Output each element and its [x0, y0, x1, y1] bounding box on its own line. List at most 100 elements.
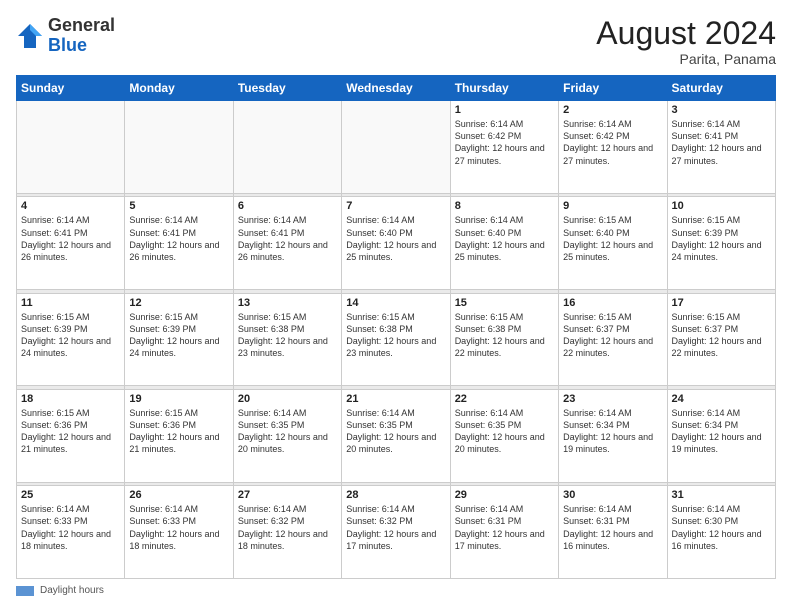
calendar-day-cell: 20 Sunrise: 6:14 AM Sunset: 6:35 PM Dayli… [233, 389, 341, 482]
page-header: General Blue August 2024 Parita, Panama [16, 16, 776, 67]
calendar-day-cell [17, 101, 125, 194]
day-number: 19 [129, 393, 228, 405]
day-number: 29 [455, 489, 554, 501]
day-number: 7 [346, 200, 445, 212]
calendar-day-cell: 26 Sunrise: 6:14 AM Sunset: 6:33 PM Dayli… [125, 486, 233, 579]
day-number: 15 [455, 297, 554, 309]
calendar-day-header: Wednesday [342, 76, 450, 101]
calendar-day-cell: 21 Sunrise: 6:14 AM Sunset: 6:35 PM Dayli… [342, 389, 450, 482]
legend: Daylight hours [16, 585, 776, 596]
day-info: Sunrise: 6:14 AM Sunset: 6:34 PM Dayligh… [672, 407, 771, 456]
day-info: Sunrise: 6:14 AM Sunset: 6:42 PM Dayligh… [455, 118, 554, 167]
calendar-day-cell: 3Sunrise: 6:14 AM Sunset: 6:41 PM Daylig… [667, 101, 775, 194]
calendar-day-cell: 24Sunrise: 6:14 AM Sunset: 6:34 PM Dayli… [667, 389, 775, 482]
calendar-day-cell: 27 Sunrise: 6:14 AM Sunset: 6:32 PM Dayli… [233, 486, 341, 579]
day-number: 23 [563, 393, 662, 405]
calendar-week-row: 4Sunrise: 6:14 AM Sunset: 6:41 PM Daylig… [17, 197, 776, 290]
day-info: Sunrise: 6:14 AM Sunset: 6:33 PM Dayligh… [129, 503, 228, 552]
day-number: 1 [455, 104, 554, 116]
day-info: Sunrise: 6:14 AM Sunset: 6:35 PM Dayligh… [238, 407, 337, 456]
day-info: Sunrise: 6:15 AM Sunset: 6:40 PM Dayligh… [563, 214, 662, 263]
day-number: 8 [455, 200, 554, 212]
calendar-day-cell: 8 Sunrise: 6:14 AM Sunset: 6:40 PM Daylig… [450, 197, 558, 290]
calendar-week-row: 18 Sunrise: 6:15 AM Sunset: 6:36 PM Dayli… [17, 389, 776, 482]
day-info: Sunrise: 6:15 AM Sunset: 6:38 PM Dayligh… [455, 311, 554, 360]
calendar-day-cell: 1 Sunrise: 6:14 AM Sunset: 6:42 PM Daylig… [450, 101, 558, 194]
day-number: 21 [346, 393, 445, 405]
calendar-day-cell: 29Sunrise: 6:14 AM Sunset: 6:31 PM Dayli… [450, 486, 558, 579]
day-number: 30 [563, 489, 662, 501]
day-info: Sunrise: 6:15 AM Sunset: 6:36 PM Dayligh… [21, 407, 120, 456]
calendar-day-header: Thursday [450, 76, 558, 101]
day-info: Sunrise: 6:15 AM Sunset: 6:37 PM Dayligh… [672, 311, 771, 360]
calendar-day-cell [125, 101, 233, 194]
logo-blue-text: Blue [48, 35, 87, 55]
logo: General Blue [16, 16, 115, 56]
calendar-day-cell: 12 Sunrise: 6:15 AM Sunset: 6:39 PM Dayli… [125, 293, 233, 386]
day-info: Sunrise: 6:15 AM Sunset: 6:38 PM Dayligh… [346, 311, 445, 360]
day-info: Sunrise: 6:14 AM Sunset: 6:35 PM Dayligh… [346, 407, 445, 456]
title-block: August 2024 Parita, Panama [596, 16, 776, 67]
calendar-day-cell: 6Sunrise: 6:14 AM Sunset: 6:41 PM Daylig… [233, 197, 341, 290]
day-number: 2 [563, 104, 662, 116]
day-number: 14 [346, 297, 445, 309]
calendar-day-cell: 25Sunrise: 6:14 AM Sunset: 6:33 PM Dayli… [17, 486, 125, 579]
day-info: Sunrise: 6:14 AM Sunset: 6:33 PM Dayligh… [21, 503, 120, 552]
day-number: 6 [238, 200, 337, 212]
calendar-day-header: Saturday [667, 76, 775, 101]
day-info: Sunrise: 6:14 AM Sunset: 6:41 PM Dayligh… [672, 118, 771, 167]
day-info: Sunrise: 6:14 AM Sunset: 6:32 PM Dayligh… [238, 503, 337, 552]
day-info: Sunrise: 6:15 AM Sunset: 6:37 PM Dayligh… [563, 311, 662, 360]
day-info: Sunrise: 6:15 AM Sunset: 6:39 PM Dayligh… [129, 311, 228, 360]
calendar-week-row: 11 Sunrise: 6:15 AM Sunset: 6:39 PM Dayli… [17, 293, 776, 386]
day-info: Sunrise: 6:14 AM Sunset: 6:40 PM Dayligh… [346, 214, 445, 263]
calendar-week-row: 25Sunrise: 6:14 AM Sunset: 6:33 PM Dayli… [17, 486, 776, 579]
calendar-day-cell: 16 Sunrise: 6:15 AM Sunset: 6:37 PM Dayli… [559, 293, 667, 386]
calendar-day-cell [233, 101, 341, 194]
location: Parita, Panama [596, 51, 776, 67]
calendar-day-cell: 9Sunrise: 6:15 AM Sunset: 6:40 PM Daylig… [559, 197, 667, 290]
day-number: 11 [21, 297, 120, 309]
day-number: 12 [129, 297, 228, 309]
calendar-day-cell: 28Sunrise: 6:14 AM Sunset: 6:32 PM Dayli… [342, 486, 450, 579]
day-number: 31 [672, 489, 771, 501]
day-info: Sunrise: 6:14 AM Sunset: 6:42 PM Dayligh… [563, 118, 662, 167]
calendar-day-cell: 14 Sunrise: 6:15 AM Sunset: 6:38 PM Dayli… [342, 293, 450, 386]
calendar-day-cell: 15 Sunrise: 6:15 AM Sunset: 6:38 PM Dayli… [450, 293, 558, 386]
calendar-day-header: Sunday [17, 76, 125, 101]
day-info: Sunrise: 6:14 AM Sunset: 6:32 PM Dayligh… [346, 503, 445, 552]
month-year: August 2024 [596, 16, 776, 51]
calendar-header-row: SundayMondayTuesdayWednesdayThursdayFrid… [17, 76, 776, 101]
day-number: 26 [129, 489, 228, 501]
day-number: 27 [238, 489, 337, 501]
calendar-day-cell [342, 101, 450, 194]
day-info: Sunrise: 6:15 AM Sunset: 6:39 PM Dayligh… [21, 311, 120, 360]
day-info: Sunrise: 6:14 AM Sunset: 6:40 PM Dayligh… [455, 214, 554, 263]
day-info: Sunrise: 6:14 AM Sunset: 6:34 PM Dayligh… [563, 407, 662, 456]
calendar-day-cell: 17Sunrise: 6:15 AM Sunset: 6:37 PM Dayli… [667, 293, 775, 386]
day-info: Sunrise: 6:14 AM Sunset: 6:31 PM Dayligh… [563, 503, 662, 552]
calendar-day-cell: 19 Sunrise: 6:15 AM Sunset: 6:36 PM Dayli… [125, 389, 233, 482]
day-info: Sunrise: 6:15 AM Sunset: 6:39 PM Dayligh… [672, 214, 771, 263]
calendar-day-cell: 30 Sunrise: 6:14 AM Sunset: 6:31 PM Dayli… [559, 486, 667, 579]
day-number: 10 [672, 200, 771, 212]
day-info: Sunrise: 6:14 AM Sunset: 6:30 PM Dayligh… [672, 503, 771, 552]
day-number: 18 [21, 393, 120, 405]
legend-color [16, 586, 34, 596]
calendar-day-cell: 22Sunrise: 6:14 AM Sunset: 6:35 PM Dayli… [450, 389, 558, 482]
logo-general-text: General [48, 15, 115, 35]
logo-icon [16, 22, 44, 50]
day-number: 20 [238, 393, 337, 405]
calendar-day-cell: 23 Sunrise: 6:14 AM Sunset: 6:34 PM Dayli… [559, 389, 667, 482]
day-number: 16 [563, 297, 662, 309]
calendar-week-row: 1 Sunrise: 6:14 AM Sunset: 6:42 PM Daylig… [17, 101, 776, 194]
calendar-day-header: Monday [125, 76, 233, 101]
calendar-day-cell: 11 Sunrise: 6:15 AM Sunset: 6:39 PM Dayli… [17, 293, 125, 386]
calendar-day-header: Friday [559, 76, 667, 101]
day-info: Sunrise: 6:15 AM Sunset: 6:38 PM Dayligh… [238, 311, 337, 360]
calendar-day-cell: 4Sunrise: 6:14 AM Sunset: 6:41 PM Daylig… [17, 197, 125, 290]
calendar-day-header: Tuesday [233, 76, 341, 101]
day-info: Sunrise: 6:15 AM Sunset: 6:36 PM Dayligh… [129, 407, 228, 456]
calendar-day-cell: 5Sunrise: 6:14 AM Sunset: 6:41 PM Daylig… [125, 197, 233, 290]
day-number: 22 [455, 393, 554, 405]
